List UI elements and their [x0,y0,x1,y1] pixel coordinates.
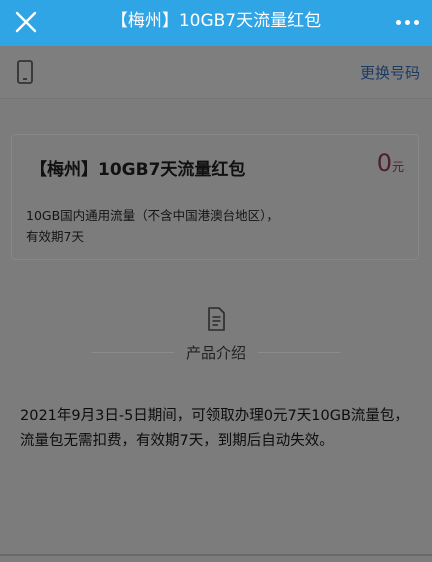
more-dots-icon [413,19,419,25]
change-number-link[interactable]: 更换号码 [360,62,420,83]
more-dots-icon [404,19,410,25]
intro-text: 2021年9月3日-5日期间，可领取办理0元7天10GB流量包，流量包无需扣费，… [20,408,409,449]
title-bar: 【梅州】10GB7天流量红包 [0,0,432,46]
product-price: 0元 [377,149,404,177]
product-card[interactable]: 【梅州】10GB7天流量红包 0元 10GB国内通用流量（不含中国港澳台地区），… [11,134,419,260]
product-description: 10GB国内通用流量（不含中国港澳台地区）， 有效期7天 [26,205,406,247]
section-header: 产品介绍 [92,340,341,364]
phone-icon [17,60,33,84]
document-icon [208,307,225,331]
more-dots-icon [395,19,401,25]
close-button[interactable] [12,8,40,36]
page-title: 【梅州】10GB7天流量红包 [110,11,322,31]
product-title: 【梅州】10GB7天流量红包 [30,160,246,180]
more-button[interactable] [392,10,422,34]
bottom-divider [0,554,432,556]
description-line: 有效期7天 [26,229,84,244]
price-value: 0 [376,149,392,177]
section-title: 产品介绍 [186,343,247,362]
description-line: 10GB国内通用流量（不含中国港澳台地区）， [26,208,279,223]
price-unit: 元 [391,160,404,174]
phone-number-bar: 更换号码 [0,46,432,99]
close-icon [15,11,37,33]
divider [258,351,341,353]
divider [92,351,174,353]
